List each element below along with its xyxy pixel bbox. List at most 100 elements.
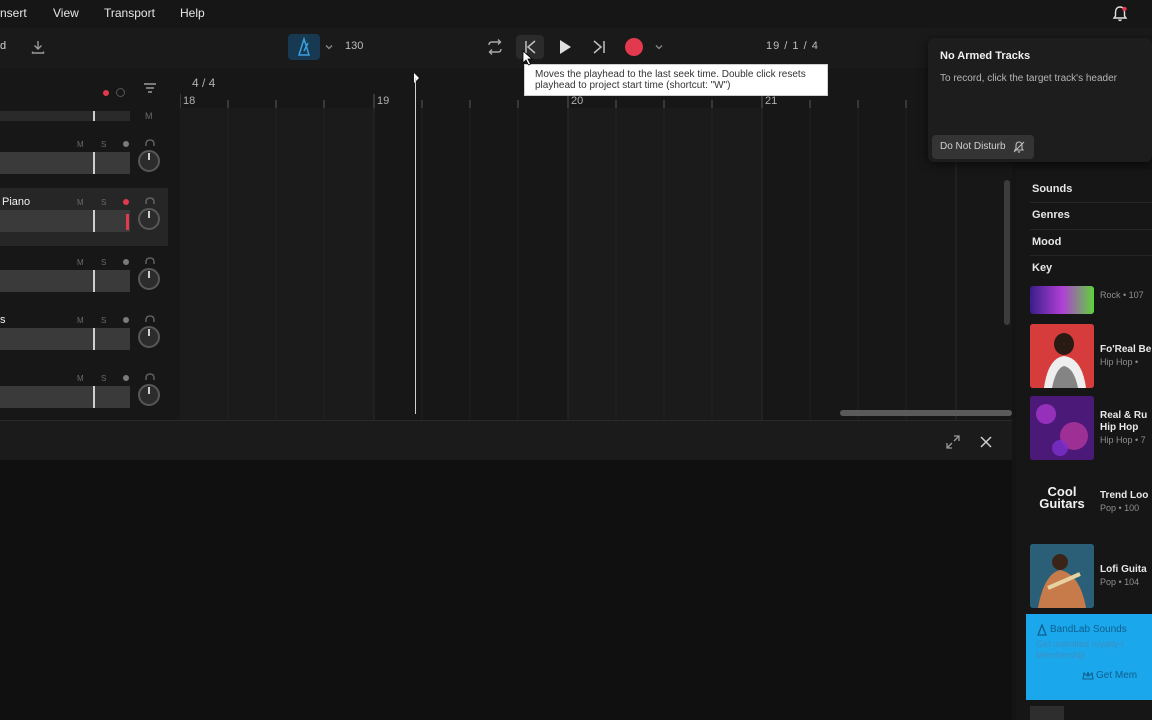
vertical-scrollbar[interactable] [1004, 180, 1010, 325]
playhead[interactable] [415, 78, 416, 414]
pack-art-pattern [1030, 396, 1094, 460]
menu-insert[interactable]: nsert [0, 6, 27, 20]
pack-name[interactable]: Fo'Real Be [1100, 344, 1151, 355]
pack-art-figure [1030, 324, 1094, 388]
pan-knob[interactable] [138, 326, 160, 348]
volume-fader-thumb[interactable] [93, 210, 95, 232]
track-name[interactable]: s [0, 314, 6, 326]
volume-fader [0, 386, 130, 408]
loop-icon[interactable] [484, 37, 506, 57]
toolbar-left-label[interactable]: d [0, 40, 6, 52]
pack-artwork[interactable] [1030, 706, 1064, 720]
divider [1030, 202, 1152, 203]
volume-fader [0, 270, 130, 292]
metronome-button[interactable] [288, 34, 320, 60]
mute-button[interactable]: M [77, 374, 84, 383]
menu-transport[interactable]: Transport [104, 6, 155, 20]
pack-meta: Pop • 104 [1100, 577, 1140, 587]
get-membership-button[interactable]: Get Mem [1096, 670, 1137, 681]
master-level-thumb[interactable] [93, 111, 95, 121]
play-icon[interactable] [556, 38, 574, 56]
pack-artwork[interactable]: Cool Guitars [1030, 470, 1094, 534]
promo-body-line2: Membership [1036, 650, 1086, 660]
pack-name-line2[interactable]: Hip Hop [1100, 422, 1138, 433]
solo-button[interactable]: S [101, 198, 106, 207]
horizontal-scrollbar[interactable] [840, 410, 1012, 416]
mute-button[interactable]: M [77, 198, 84, 207]
track-row-piano[interactable]: Piano M S [0, 188, 168, 246]
volume-fader [0, 152, 130, 174]
volume-fader-thumb[interactable] [93, 328, 95, 350]
pack-artwork[interactable] [1030, 396, 1094, 460]
record-arm-button[interactable] [123, 259, 129, 265]
menu-help[interactable]: Help [180, 6, 205, 20]
solo-button[interactable]: S [101, 374, 106, 383]
download-icon[interactable] [30, 39, 46, 55]
filter-mood[interactable]: Mood [1032, 236, 1061, 248]
filter-genres[interactable]: Genres [1032, 209, 1070, 221]
volume-fader-thumb[interactable] [93, 386, 95, 408]
monitor-headphones-icon[interactable] [144, 256, 156, 268]
monitor-headphones-icon[interactable] [144, 138, 156, 150]
notification-popup: No Armed Tracks To record, click the tar… [928, 38, 1152, 162]
crown-icon [1082, 671, 1094, 680]
filter-key[interactable]: Key [1032, 262, 1052, 274]
pack-meta: Pop • 100 [1100, 503, 1140, 513]
pan-knob[interactable] [138, 150, 160, 172]
pack-artwork[interactable] [1030, 286, 1094, 314]
track-row[interactable]: M S [0, 364, 168, 422]
editor-panel [0, 460, 1012, 720]
record-arm-button[interactable] [123, 199, 129, 205]
track-filter-icon[interactable] [143, 81, 157, 95]
record-arm-button[interactable] [123, 141, 129, 147]
record-arm-button[interactable] [123, 317, 129, 323]
track-name[interactable]: Piano [2, 196, 30, 208]
monitor-headphones-icon[interactable] [144, 314, 156, 326]
pack-artwork[interactable] [1030, 324, 1094, 388]
solo-button[interactable]: S [101, 140, 106, 149]
volume-fader-thumb[interactable] [93, 152, 95, 174]
record-arm-button[interactable] [123, 375, 129, 381]
notifications-bell-icon[interactable] [1110, 4, 1130, 24]
filter-sounds[interactable]: Sounds [1032, 183, 1072, 195]
playhead-position: 19 / 1 / 4 [766, 40, 819, 52]
expand-icon[interactable] [944, 433, 962, 451]
do-not-disturb-button[interactable]: Do Not Disturb [932, 135, 1034, 159]
pan-knob[interactable] [138, 384, 160, 406]
armed-indicator [103, 90, 109, 96]
track-row[interactable]: s M S [0, 306, 168, 364]
pack-name[interactable]: Trend Loo [1100, 490, 1148, 501]
bar-number: 21 [765, 95, 778, 107]
pack-name[interactable]: Lofi Guita [1100, 564, 1147, 575]
solo-button[interactable]: S [101, 316, 106, 325]
promo-title: BandLab Sounds [1050, 624, 1127, 635]
menu-view[interactable]: View [53, 6, 79, 20]
bell-off-icon [1013, 141, 1024, 153]
menu-bar: nsert View Transport Help [0, 0, 1152, 28]
monitor-headphones-icon[interactable] [144, 196, 156, 208]
metronome-menu-chevron-icon[interactable] [324, 42, 334, 52]
pan-knob[interactable] [138, 208, 160, 230]
close-icon[interactable] [978, 434, 994, 450]
tempo-value[interactable]: 130 [345, 40, 363, 52]
divider [1030, 229, 1152, 230]
mute-button[interactable]: M [77, 316, 84, 325]
pack-name[interactable]: Real & Ru [1100, 410, 1147, 421]
metronome-icon [297, 36, 311, 56]
mute-button[interactable]: M [77, 140, 84, 149]
skip-to-end-icon[interactable] [589, 37, 609, 57]
pack-meta: Rock • 107 [1100, 290, 1144, 300]
solo-button[interactable]: S [101, 258, 106, 267]
record-button[interactable] [625, 38, 643, 56]
track-row[interactable]: M S [0, 130, 168, 188]
arrangement-grid[interactable] [180, 108, 1012, 420]
record-menu-chevron-icon[interactable] [654, 42, 664, 52]
track-row[interactable]: M S [0, 248, 168, 306]
master-mute-label[interactable]: M [145, 111, 153, 121]
membership-promo[interactable]: BandLab Sounds Get unlimited royalty-f M… [1026, 614, 1152, 700]
pack-artwork[interactable] [1030, 544, 1094, 608]
monitor-headphones-icon[interactable] [144, 372, 156, 384]
pan-knob[interactable] [138, 268, 160, 290]
mute-button[interactable]: M [77, 258, 84, 267]
volume-fader-thumb[interactable] [93, 270, 95, 292]
